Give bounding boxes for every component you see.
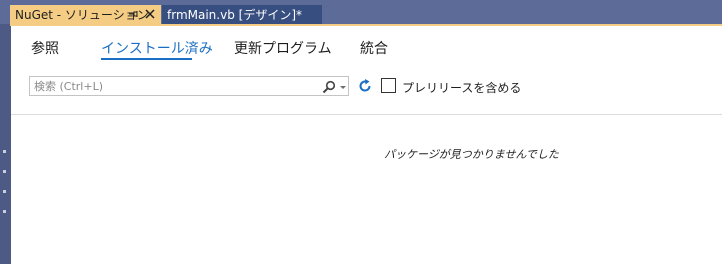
tab-installed[interactable]: インストール済み xyxy=(101,38,213,58)
prerelease-label: プレリリースを含める xyxy=(402,81,522,95)
tab-frmmain-design[interactable]: frmMain.vb [デザイン]* xyxy=(162,5,322,24)
nuget-package-manager-panel: 参照 インストール済み 更新プログラム 統合 プレリリースを含める パッケージが… xyxy=(11,26,722,264)
search-icon[interactable] xyxy=(322,79,336,94)
close-icon[interactable] xyxy=(144,8,156,20)
tab-label: frmMain.vb [デザイン]* xyxy=(167,8,302,22)
empty-results-message: パッケージが見つかりませんでした xyxy=(384,148,559,161)
refresh-icon[interactable] xyxy=(357,78,373,94)
left-tool-strip xyxy=(0,0,11,264)
strip-marker xyxy=(3,170,6,173)
chevron-down-icon[interactable] xyxy=(339,79,347,93)
search-box xyxy=(29,76,349,96)
strip-marker xyxy=(3,190,6,193)
tab-updates[interactable]: 更新プログラム xyxy=(234,38,332,58)
prerelease-checkbox[interactable] xyxy=(381,78,396,93)
tab-consolidate[interactable]: 統合 xyxy=(360,38,388,58)
pin-icon[interactable] xyxy=(127,8,139,20)
strip-marker xyxy=(3,150,6,153)
document-tab-bar: NuGet - ソリューション frmMain.vb [デザイン]* xyxy=(0,0,722,24)
tab-browse[interactable]: 参照 xyxy=(31,38,59,58)
header-separator xyxy=(11,114,722,115)
selected-tab-underline xyxy=(101,58,192,60)
strip-marker xyxy=(3,210,6,213)
tab-nuget-solution[interactable]: NuGet - ソリューション xyxy=(10,5,161,24)
search-input[interactable] xyxy=(34,78,304,94)
